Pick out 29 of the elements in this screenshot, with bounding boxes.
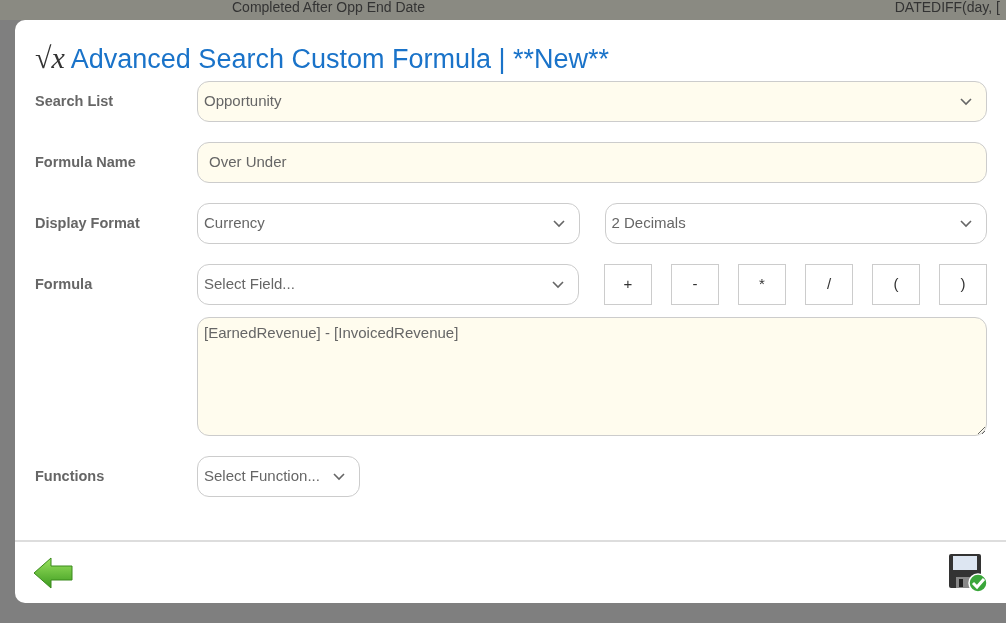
operator-button[interactable]: ) — [939, 264, 987, 305]
caret-icon — [552, 219, 565, 228]
field-label: Formula Name — [35, 153, 137, 172]
select-field[interactable]: 2 Decimals — [604, 203, 987, 244]
operator-button[interactable]: * — [738, 264, 786, 305]
operator-button[interactable]: / — [805, 264, 853, 305]
dialog-title: Advanced Search Custom Formula | **New** — [70, 43, 610, 75]
save-icon[interactable] — [948, 552, 988, 593]
field-label: Formula — [35, 275, 94, 294]
input-field[interactable]: Over Under — [197, 142, 987, 183]
select-field[interactable]: Currency — [197, 203, 580, 244]
field-label: Functions — [35, 467, 106, 486]
field-label: Display Format — [35, 214, 141, 233]
caret-icon — [960, 219, 972, 228]
operator-button[interactable]: + — [604, 264, 652, 305]
operator-button[interactable]: ( — [872, 264, 920, 305]
operator-button[interactable]: - — [671, 264, 719, 305]
formula-text-area[interactable]: [EarnedRevenue] - [InvoicedRevenue] — [197, 317, 987, 436]
select-field[interactable]: Select Function... — [197, 456, 360, 497]
background-text: Completed After Opp End Date — [232, 0, 425, 17]
select-field[interactable]: Select Field... — [197, 264, 579, 305]
background-text: DATEDIFF(day, [ — [894, 0, 1000, 17]
formula-icon: √x — [35, 42, 65, 74]
select-field[interactable]: Opportunity — [197, 81, 987, 122]
field-label: Search List — [35, 92, 115, 111]
caret-icon — [333, 472, 345, 481]
caret-icon — [960, 97, 972, 106]
caret-icon — [552, 280, 564, 289]
back-arrow-icon[interactable] — [33, 556, 73, 589]
